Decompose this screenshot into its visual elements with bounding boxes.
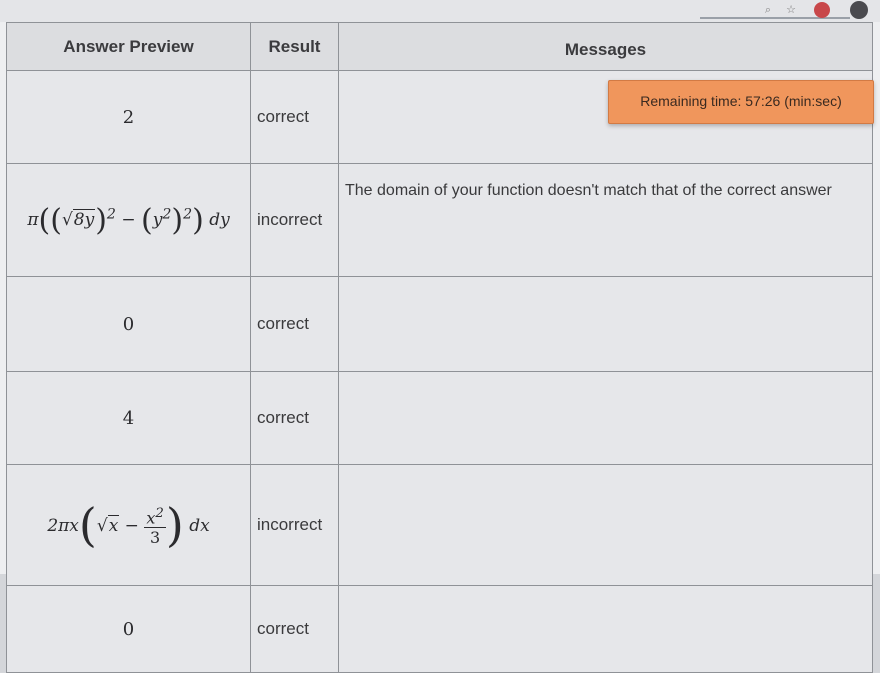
zoom-icon[interactable]: ⌕ (760, 2, 776, 18)
table-row: 4 correct (6, 371, 873, 465)
table-row: 0 correct (6, 276, 873, 372)
message-cell (338, 585, 873, 673)
answer-preview-cell: 0 (6, 276, 251, 372)
extension-red-icon[interactable] (814, 2, 830, 18)
math-expression: 2πx(√x − x2 3) dx (47, 498, 210, 552)
answer-preview-cell: 2πx(√x − x2 3) dx (6, 464, 251, 586)
toolbar-divider (700, 17, 850, 19)
answer-preview-cell: 2 (6, 70, 251, 164)
star-icon[interactable]: ☆ (783, 2, 799, 18)
answer-preview-cell: 0 (6, 585, 251, 673)
result-cell: correct (250, 70, 339, 164)
message-cell: The domain of your function doesn't matc… (338, 163, 873, 277)
message-cell (338, 276, 873, 372)
result-cell: correct (250, 276, 339, 372)
answer-preview-cell: 4 (6, 371, 251, 465)
table-row: 2πx(√x − x2 3) dx incorrect (6, 464, 873, 586)
message-cell (338, 464, 873, 586)
math-expression: π((√8y)2 − (y2)2) dy (27, 202, 230, 238)
remaining-time-badge: Remaining time: 57:26 (min:sec) (608, 80, 874, 124)
table-row: π((√8y)2 − (y2)2) dy incorrect The domai… (6, 163, 873, 277)
result-cell: correct (250, 371, 339, 465)
profile-icon[interactable] (850, 1, 868, 19)
result-cell: incorrect (250, 163, 339, 277)
header-messages: Messages (338, 22, 873, 71)
table-row: 0 correct (6, 585, 873, 673)
answer-preview-cell: π((√8y)2 − (y2)2) dy (6, 163, 251, 277)
browser-toolbar: ⌕ ☆ (0, 0, 880, 23)
table-header-row: Answer Preview Result Messages (6, 22, 873, 71)
result-cell: incorrect (250, 464, 339, 586)
header-answer-preview: Answer Preview (6, 22, 251, 71)
message-cell (338, 371, 873, 465)
header-result: Result (250, 22, 339, 71)
result-cell: correct (250, 585, 339, 673)
